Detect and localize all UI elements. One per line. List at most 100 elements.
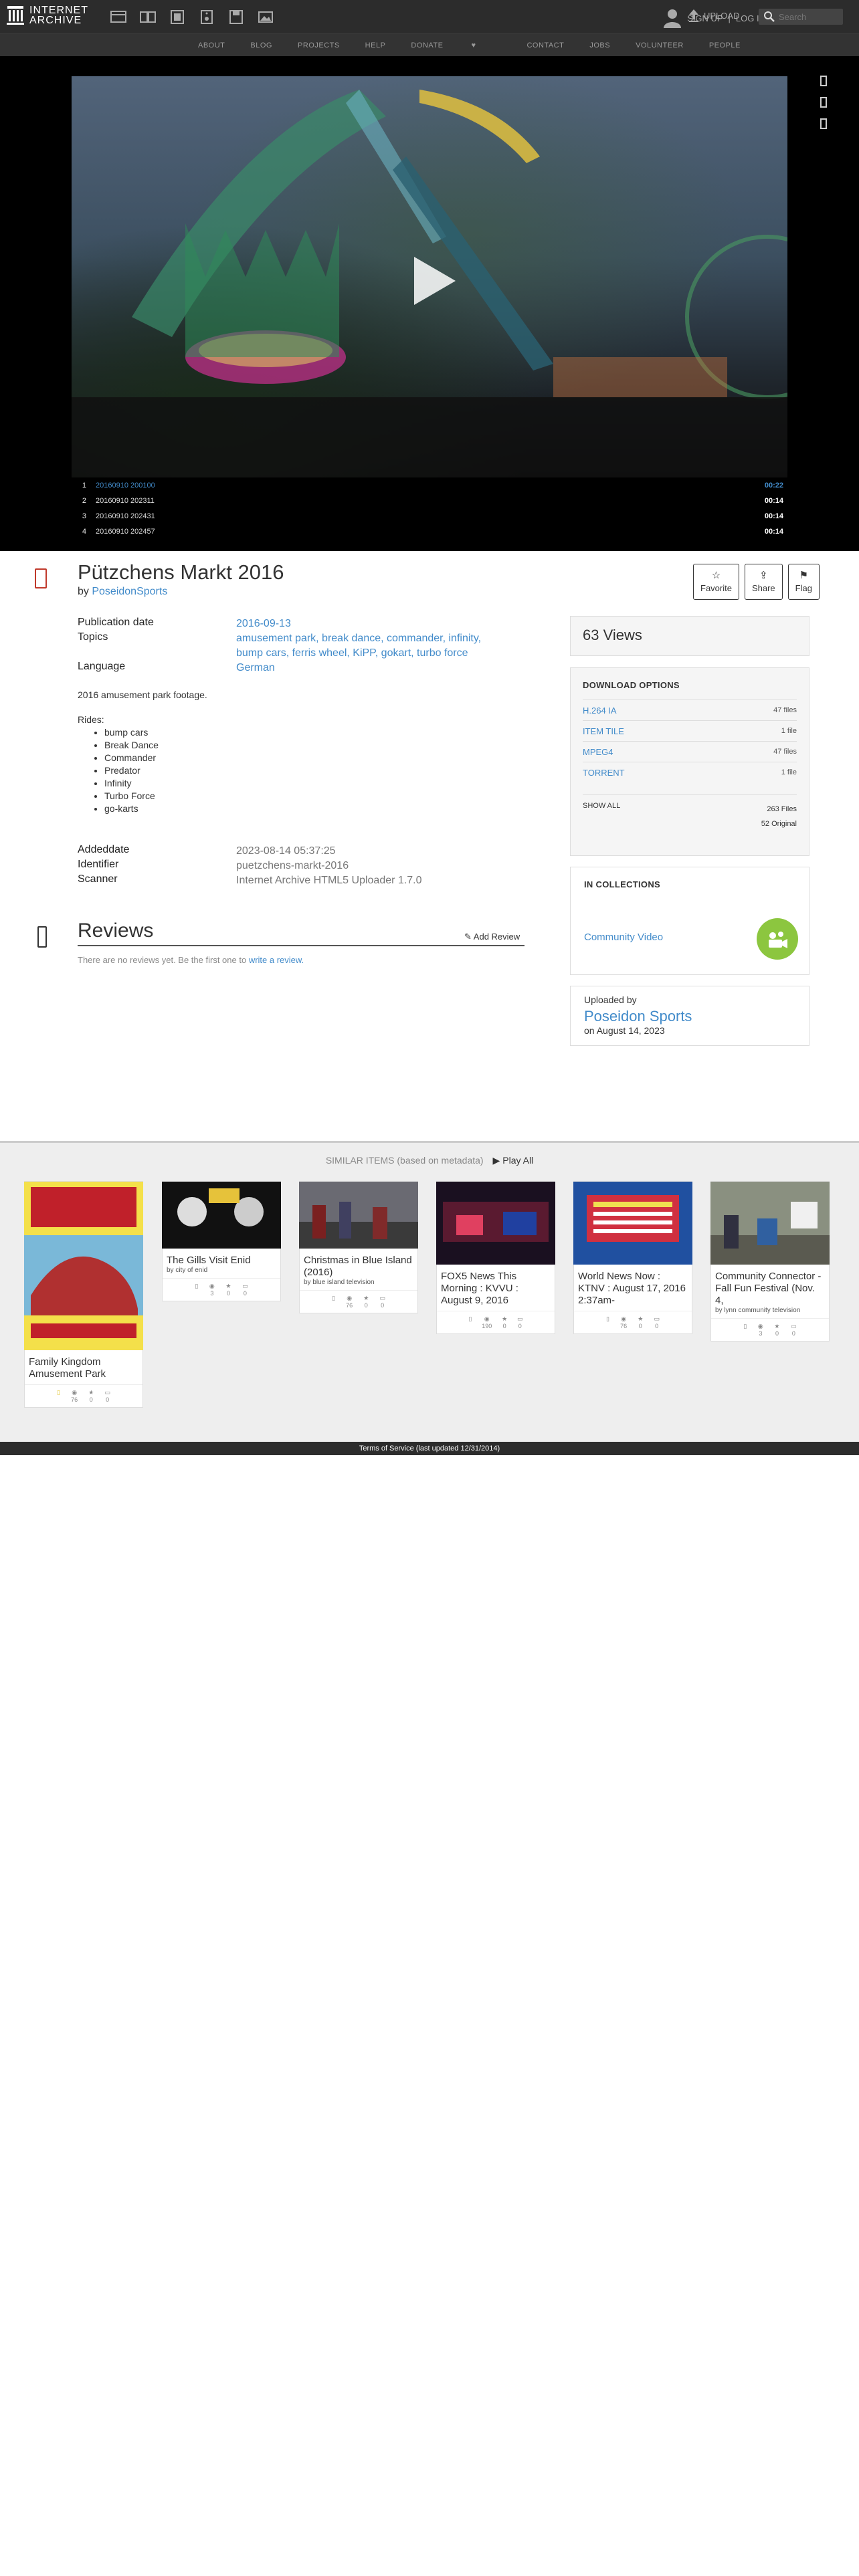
uploader-link[interactable]: Poseidon Sports bbox=[584, 1008, 795, 1025]
mediatype-icon: ▯ bbox=[57, 1389, 60, 1396]
eye-icon: ◉ bbox=[757, 1323, 763, 1329]
topics-values[interactable]: amusement park, break dance, commander, … bbox=[236, 631, 517, 661]
write-review-link[interactable]: write a review. bbox=[249, 955, 304, 965]
mediatype-icon: ▯ bbox=[332, 1295, 335, 1301]
comment-icon: ▭ bbox=[517, 1315, 523, 1322]
bookmark-icon[interactable] bbox=[818, 75, 830, 87]
upload-link[interactable]: UPLOAD bbox=[688, 8, 739, 23]
similar-item-card[interactable]: The Gills Visit Enid by city of enid ▯ ◉… bbox=[162, 1181, 281, 1301]
nav-people[interactable]: PEOPLE bbox=[709, 41, 741, 49]
playlist-row[interactable]: 2 20160910 202311 00:14 bbox=[72, 493, 787, 508]
eye-icon: ◉ bbox=[484, 1315, 490, 1322]
user-avatar-icon[interactable] bbox=[663, 8, 682, 28]
playlist-row[interactable]: 3 20160910 202431 00:14 bbox=[72, 508, 787, 524]
similar-item-card[interactable]: World News Now : KTNV : August 17, 2016 … bbox=[573, 1181, 692, 1334]
views-stat: ◉ 76 bbox=[620, 1315, 627, 1329]
download-link[interactable]: H.264 IA bbox=[583, 706, 617, 716]
stat-value: 190 bbox=[482, 1323, 492, 1329]
playlist-row[interactable]: 4 20160910 202457 00:14 bbox=[72, 524, 787, 539]
web-icon[interactable] bbox=[110, 9, 127, 25]
comment-icon: ▭ bbox=[654, 1315, 660, 1322]
mediatype-icon: ▯ bbox=[606, 1315, 609, 1322]
download-link[interactable]: ITEM TILE bbox=[583, 726, 624, 736]
favorites-stat: ★ 0 bbox=[502, 1315, 507, 1329]
uploaded-by-label: Uploaded by bbox=[584, 994, 637, 1005]
flag-button[interactable]: ⚑ Flag bbox=[787, 564, 820, 600]
item-description: 2016 amusement park footage. Rides: bump… bbox=[78, 689, 207, 815]
nav-contact[interactable]: CONTACT bbox=[527, 41, 564, 49]
download-link[interactable]: MPEG4 bbox=[583, 747, 613, 757]
similar-items-heading: SIMILAR ITEMS (based on metadata) ▶ Play … bbox=[0, 1155, 859, 1166]
nav-about[interactable]: ABOUT bbox=[198, 41, 225, 49]
card-title[interactable]: FOX5 News This Morning : KVVU : August 9… bbox=[437, 1268, 555, 1307]
theater-side-icons bbox=[818, 75, 830, 130]
nav-jobs[interactable]: JOBS bbox=[589, 41, 610, 49]
texts-icon[interactable] bbox=[139, 9, 157, 25]
rides-list: bump cars Break Dance Commander Predator… bbox=[78, 726, 207, 815]
show-all-link[interactable]: SHOW ALL bbox=[583, 802, 620, 831]
nav-help[interactable]: HELP bbox=[365, 41, 386, 49]
similar-item-card[interactable]: Community Connector - Fall Fun Festival … bbox=[710, 1181, 830, 1341]
card-byline: by city of enid bbox=[167, 1267, 208, 1274]
eye-icon: ◉ bbox=[209, 1283, 215, 1289]
author-link[interactable]: PoseidonSports bbox=[92, 586, 167, 597]
eye-icon: ◉ bbox=[347, 1295, 353, 1301]
search-input[interactable] bbox=[776, 11, 842, 22]
language-link[interactable]: German bbox=[236, 661, 490, 675]
nav-volunteer[interactable]: VOLUNTEER bbox=[636, 41, 684, 49]
download-link[interactable]: TORRENT bbox=[583, 768, 625, 778]
downloads-footer: SHOW ALL 263 Files 52 Original bbox=[583, 794, 797, 831]
software-icon[interactable] bbox=[227, 9, 245, 25]
playlist-row[interactable]: 1 20160910 200100 00:22 bbox=[72, 477, 787, 493]
logo-text: INTERNET ARCHIVE bbox=[29, 5, 88, 26]
collection-link[interactable]: Community Video bbox=[584, 932, 663, 943]
video-player[interactable] bbox=[72, 76, 787, 477]
star-icon: ★ bbox=[502, 1315, 508, 1322]
heart-icon: ♥ bbox=[471, 41, 476, 49]
file-type-icon bbox=[35, 568, 47, 588]
item-thumbnail bbox=[436, 1182, 555, 1265]
share-button[interactable]: ⇪ Share bbox=[744, 564, 783, 600]
play-all-button[interactable]: ▶ Play All bbox=[492, 1155, 533, 1166]
card-title[interactable]: World News Now : KTNV : August 17, 2016 … bbox=[574, 1268, 692, 1307]
pub-date-link[interactable]: 2016-09-13 bbox=[236, 617, 490, 631]
audio-icon[interactable] bbox=[198, 9, 215, 25]
nav-projects[interactable]: PROJECTS bbox=[298, 41, 340, 49]
internet-archive-logo[interactable]: INTERNET ARCHIVE bbox=[7, 5, 88, 26]
original-files: 52 Original bbox=[761, 820, 797, 828]
nav-donate[interactable]: DONATE ♥ bbox=[411, 41, 501, 49]
search-box[interactable] bbox=[759, 9, 843, 25]
playlist-number: 4 bbox=[82, 527, 86, 536]
play-button[interactable] bbox=[414, 257, 456, 305]
stat-value: 0 bbox=[381, 1302, 385, 1309]
similar-item-card[interactable]: Family Kingdom Amusement Park ▯ ◉ 76 ★ 0 ▭… bbox=[24, 1181, 143, 1408]
add-review-button[interactable]: ✎ Add Review bbox=[464, 932, 520, 942]
reviews-stat: ▭ 0 bbox=[242, 1283, 248, 1297]
stat-value: 0 bbox=[89, 1396, 93, 1403]
images-icon[interactable] bbox=[257, 9, 274, 25]
topics-line[interactable]: bump cars, ferris wheel, KiPP, gokart, t… bbox=[236, 647, 468, 659]
card-title[interactable]: The Gills Visit Enid bbox=[163, 1252, 280, 1267]
footer-terms-link[interactable]: Terms of Service (last updated 12/31/201… bbox=[0, 1442, 859, 1455]
favorite-button[interactable]: ☆ Favorite bbox=[693, 564, 739, 600]
community-video-icon[interactable] bbox=[757, 918, 798, 960]
similar-item-card[interactable]: FOX5 News This Morning : KVVU : August 9… bbox=[436, 1181, 555, 1334]
card-title[interactable]: Christmas in Blue Island (2016) bbox=[300, 1252, 417, 1279]
card-title[interactable]: Family Kingdom Amusement Park bbox=[25, 1354, 142, 1380]
similar-item-card[interactable]: Christmas in Blue Island (2016) by blue … bbox=[299, 1181, 418, 1313]
file-count: 47 files bbox=[773, 748, 797, 756]
pencil-icon: ✎ bbox=[464, 932, 474, 942]
item-thumbnail bbox=[162, 1182, 281, 1249]
playlist-number: 1 bbox=[82, 481, 86, 490]
card-title[interactable]: Community Connector - Fall Fun Festival … bbox=[711, 1268, 829, 1307]
favorites-stat: ★ 0 bbox=[638, 1315, 643, 1329]
views-stat: ◉ 3 bbox=[758, 1323, 763, 1337]
fullscreen-icon[interactable] bbox=[818, 118, 830, 130]
playlist-number: 3 bbox=[82, 512, 86, 520]
star-icon: ☆ bbox=[711, 570, 721, 581]
video-icon[interactable] bbox=[169, 9, 186, 25]
embed-icon[interactable] bbox=[818, 96, 830, 108]
topics-line[interactable]: amusement park, break dance, commander, … bbox=[236, 633, 481, 644]
upload-label: UPLOAD bbox=[704, 10, 740, 21]
nav-blog[interactable]: BLOG bbox=[250, 41, 272, 49]
